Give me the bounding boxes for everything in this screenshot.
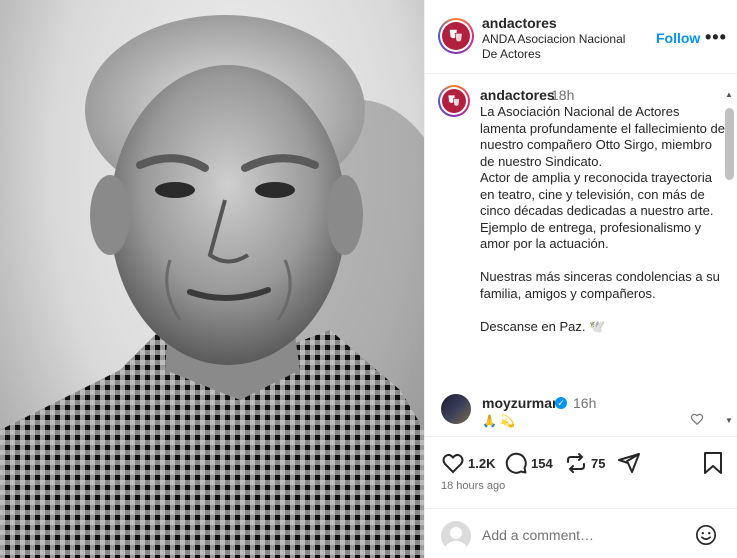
verified-badge-icon: ✓ <box>555 397 567 409</box>
caption-avatar[interactable] <box>438 85 470 117</box>
author-username[interactable]: andactores <box>482 15 557 31</box>
author-subtitle: ANDA Asociacion Nacional De Actores <box>482 32 626 61</box>
comment-time[interactable]: 16h <box>573 395 596 411</box>
comment-input[interactable] <box>482 523 682 547</box>
comment-item: moyzurman ✓ 16h 🙏 💫 <box>425 390 737 435</box>
caption-username[interactable]: andactores <box>480 87 555 103</box>
scrollbar[interactable]: ▲ ▼ <box>724 90 734 430</box>
repost-icon <box>567 453 585 473</box>
bookmark-icon <box>704 452 722 474</box>
theater-masks-icon <box>449 29 463 43</box>
send-icon <box>618 453 640 473</box>
scroll-down-icon[interactable]: ▼ <box>724 416 734 426</box>
like-count: 1.2K <box>468 455 496 471</box>
caption-paragraph: Descanse en Paz. 🕊️ <box>480 318 606 334</box>
add-comment-bar <box>425 508 737 558</box>
post-image[interactable] <box>0 0 424 558</box>
post-timestamp[interactable]: 18 hours ago <box>441 480 505 492</box>
comment-count: 154 <box>531 455 553 471</box>
caption-text: La Asociación Nacional de Actores lament… <box>480 104 725 335</box>
caption-paragraph: Ejemplo de entrega, profesionalismo y am… <box>480 219 702 252</box>
theater-masks-icon <box>448 95 460 107</box>
scroll-up-icon[interactable]: ▲ <box>724 90 734 100</box>
follow-button[interactable]: Follow <box>656 30 700 46</box>
scroll-thumb[interactable] <box>725 108 734 180</box>
post-details-panel: andactores ANDA Asociacion Nacional De A… <box>424 0 737 558</box>
default-avatar-icon <box>445 527 467 551</box>
caption-gap <box>480 253 725 270</box>
caption-paragraph: La Asociación Nacional de Actores lament… <box>480 104 725 169</box>
share-button[interactable] <box>617 451 641 475</box>
heart-icon <box>442 454 464 474</box>
commenter-avatar[interactable] <box>441 394 471 424</box>
caption-time[interactable]: 18h <box>551 87 574 103</box>
portrait-illustration <box>0 15 424 558</box>
action-bar: 1.2K 154 75 <box>425 436 737 486</box>
commenter-username[interactable]: moyzurman <box>482 395 561 411</box>
caption-paragraph: Nuestras más sinceras condolencias a su … <box>480 269 720 301</box>
caption-area: andactores 18h La Asociación Nacional de… <box>425 75 737 435</box>
caption-paragraph: Actor de amplia y reconocida trayectoria… <box>480 170 714 218</box>
comment-button[interactable]: 154 <box>504 451 553 475</box>
like-button[interactable]: 1.2K <box>441 451 495 475</box>
repost-count: 75 <box>591 455 606 471</box>
comment-icon <box>505 452 527 474</box>
emoji-icon[interactable] <box>695 524 717 551</box>
author-avatar[interactable] <box>438 18 474 54</box>
caption-gap <box>480 302 725 319</box>
save-button[interactable] <box>702 451 724 475</box>
more-options-icon[interactable]: ••• <box>705 27 727 48</box>
current-user-avatar <box>441 521 471 551</box>
repost-button[interactable]: 75 <box>564 451 605 475</box>
comment-text: 🙏 💫 <box>482 414 516 428</box>
post-header: andactores ANDA Asociacion Nacional De A… <box>425 0 737 74</box>
comment-like-icon[interactable] <box>690 412 704 431</box>
